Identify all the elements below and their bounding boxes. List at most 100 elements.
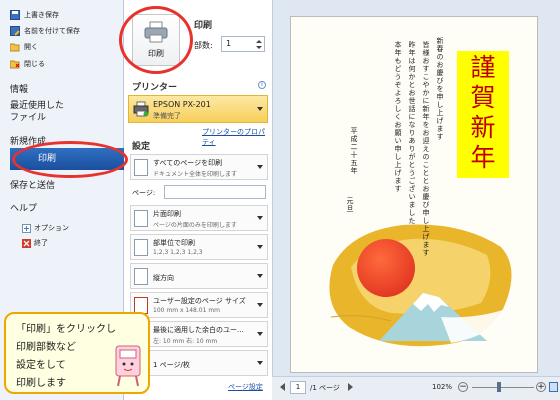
zoom-out-icon[interactable]: − [458, 382, 468, 392]
page-size-title: ユーザー設定のページ サイズ [153, 297, 246, 305]
page-number-input[interactable]: 1 [290, 381, 306, 394]
page-total: /1 ページ [310, 384, 340, 392]
print-range-sub: ドキュメント全体を印刷します [153, 171, 238, 178]
preview-statusbar: 1 /1 ページ 102% − + [272, 376, 560, 400]
zoom-level: 102% [432, 383, 453, 391]
save-command[interactable]: 上書き保存 [10, 8, 59, 21]
spin-down-icon[interactable] [256, 46, 262, 49]
banner-char: 謹 [470, 53, 496, 82]
close-command[interactable]: 閉じる [9, 57, 45, 70]
pages-label: ページ: [132, 189, 156, 197]
chevron-down-icon [257, 107, 263, 111]
nav-save-send[interactable]: 保存と送信 [10, 178, 55, 191]
chevron-down-icon [257, 165, 263, 169]
margins-sub: 左: 10 mm 右: 10 mm [153, 338, 218, 345]
settings-heading: 設定 [132, 142, 151, 152]
nav-info[interactable]: 情報 [10, 82, 28, 95]
banner-char: 賀 [470, 83, 496, 112]
chevron-down-icon [257, 332, 263, 336]
zoom-slider[interactable] [472, 387, 534, 388]
pages-per-sheet-title: 1 ページ/枚 [153, 361, 190, 369]
sides-title: 片面印刷 [153, 210, 181, 218]
nav-exit-label: 終了 [34, 239, 48, 247]
print-button-highlight-ring [119, 6, 193, 74]
folder-open-icon [9, 42, 20, 52]
next-page-icon[interactable] [348, 383, 353, 391]
margins-select[interactable]: 最後に適用した余白のユー... 左: 10 mm 右: 10 mm [130, 321, 268, 347]
collate-select[interactable]: 部単位で印刷 1,2,3 1,2,3 1,2,3 [130, 234, 268, 260]
message-line: 新春のお慶びを申し上げます [436, 37, 444, 141]
copies-stepper[interactable]: 1 [221, 36, 265, 52]
nav-help[interactable]: ヘルプ [10, 201, 37, 214]
one-sided-icon [134, 210, 148, 227]
save-as-icon [10, 25, 20, 36]
spin-up-icon[interactable] [256, 40, 262, 43]
new-year-card-preview: 謹 賀 新 年 新春のお慶びを申し上げます 皆様おすこやかに新年をお迎えのことと… [290, 16, 538, 373]
banner-char: 年 [470, 143, 496, 172]
message-line: 昨年は何かとお世話になりありがとうございました [408, 41, 416, 225]
chevron-down-icon [257, 274, 263, 278]
chevron-down-icon [257, 303, 263, 307]
banner-char: 新 [470, 113, 496, 142]
fit-page-icon[interactable] [549, 382, 558, 392]
save-icon [10, 9, 20, 20]
printer-select[interactable]: EPSON PX-201 準備完了 [128, 95, 268, 123]
callout-line: 印刷部数など [16, 342, 76, 353]
page-size-select[interactable]: ユーザー設定のページ サイズ 100 mm x 148.01 mm [130, 292, 268, 318]
instruction-callout: 「印刷」をクリックし 印刷部数など 設定をして 印刷します [4, 312, 150, 394]
message-line: 皆様おすこやかに新年をお迎えのこととお慶び申し上げます [422, 41, 430, 257]
print-preview-pane: 謹 賀 新 年 新春のお慶びを申し上げます 皆様おすこやかに新年をお迎えのことと… [272, 0, 560, 400]
kinga-shinnen-banner: 謹 賀 新 年 [457, 51, 509, 178]
printer-device-icon [133, 101, 149, 119]
chevron-down-icon [257, 245, 263, 249]
nav-recent-line1: 最近使用した [10, 101, 65, 111]
collate-sub: 1,2,3 1,2,3 1,2,3 [153, 249, 203, 256]
portrait-icon [134, 268, 148, 285]
copies-value: 1 [226, 39, 232, 48]
open-command[interactable]: 開く [9, 40, 38, 53]
chevron-down-icon [257, 216, 263, 220]
orientation-title: 縦方向 [153, 274, 174, 282]
date-line: 平成二十五年 [350, 127, 358, 175]
pages-icon [134, 159, 148, 176]
closing-line: 元旦 [346, 197, 354, 213]
callout-line: 設定をして [16, 360, 66, 371]
save-as-command[interactable]: 名前を付けて保存 [10, 24, 80, 37]
nav-exit[interactable]: 終了 [22, 238, 48, 248]
printer-name: EPSON PX-201 [153, 100, 211, 109]
margins-title: 最後に適用した余白のユー... [153, 326, 244, 334]
printer-info-icon[interactable]: i [258, 81, 266, 89]
collate-icon [134, 239, 148, 256]
printer-properties-link[interactable]: プリンターのプロパティ [202, 127, 271, 147]
prev-page-icon[interactable] [280, 383, 285, 391]
chevron-down-icon [257, 361, 263, 365]
callout-line: 印刷します [16, 378, 66, 389]
options-icon [22, 223, 31, 233]
nav-options[interactable]: オプション [22, 223, 69, 233]
nav-options-label: オプション [34, 224, 69, 232]
rising-sun [357, 239, 415, 297]
zoom-in-icon[interactable]: + [536, 382, 546, 392]
sides-sub: ページの片面のみを印刷します [153, 222, 237, 229]
orientation-select[interactable]: 縦方向 [130, 263, 268, 289]
zoom-slider-thumb[interactable] [497, 382, 501, 392]
pages-per-sheet-select[interactable]: 1 ページ/枚 [130, 350, 268, 376]
nav-recent[interactable]: 最近使用した ファイル [10, 100, 64, 124]
print-range-select[interactable]: すべてのページを印刷 ドキュメント全体を印刷します [130, 154, 268, 180]
print-heading: 印刷 [194, 21, 213, 31]
printer-status: 準備完了 [153, 112, 181, 120]
collate-title: 部単位で印刷 [153, 239, 195, 247]
folder-close-icon [9, 59, 20, 69]
printer-mascot-icon [115, 345, 141, 387]
print-tab-highlight-ring [12, 141, 128, 178]
copies-label: 部数: [194, 41, 213, 50]
page-setup-link[interactable]: ページ設定 [228, 382, 263, 392]
save-as-label: 名前を付けて保存 [24, 26, 80, 35]
message-line: 本年もどうぞよろしくお願い申し上げます [394, 41, 402, 193]
pages-input[interactable] [164, 185, 266, 199]
nav-recent-line2: ファイル [10, 113, 47, 123]
print-range-title: すべてのページを印刷 [153, 159, 223, 167]
sides-select[interactable]: 片面印刷 ページの片面のみを印刷します [130, 205, 268, 231]
page-size-sub: 100 mm x 148.01 mm [153, 307, 221, 314]
exit-icon [22, 238, 31, 248]
